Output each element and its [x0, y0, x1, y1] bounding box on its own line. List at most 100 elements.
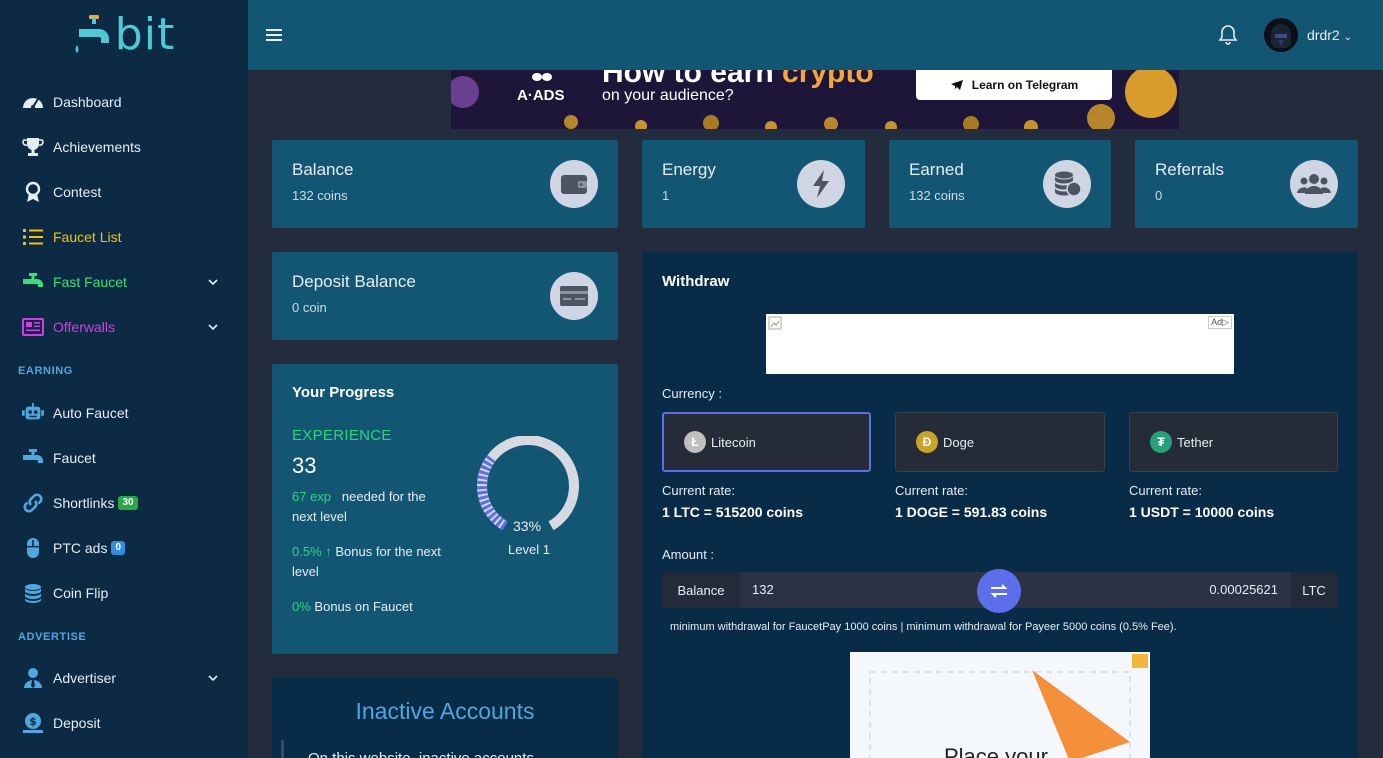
sidebar-item-achievements[interactable]: Achievements — [0, 131, 248, 163]
swap-button[interactable] — [977, 569, 1021, 613]
card-value: 132 coins — [292, 188, 348, 203]
logo[interactable]: bit — [0, 0, 248, 70]
rate-label: Current rate: — [662, 483, 735, 498]
arrow-up-icon: ↑ — [325, 544, 332, 559]
sidebar-item-label: Auto Faucet — [53, 405, 129, 421]
deposit-balance-card: Deposit Balance 0 coin — [272, 252, 618, 340]
sidebar-item-deposit[interactable]: $ Deposit — [0, 707, 248, 739]
card-title: Energy — [662, 160, 716, 179]
bell-icon[interactable] — [1218, 24, 1238, 46]
sidebar-item-coin-flip[interactable]: Coin Flip — [0, 577, 248, 609]
currency-name: Doge — [943, 434, 975, 450]
telegram-icon — [950, 80, 963, 90]
card-value: 132 coins — [909, 188, 965, 203]
sidebar-item-dashboard[interactable]: Dashboard — [0, 86, 248, 118]
rate-value-doge: 1 DOGE = 591.83 coins — [895, 504, 1048, 520]
ad-slot-2[interactable]: Place your — [850, 652, 1150, 758]
converted-amount[interactable]: 0.00025621 — [1209, 582, 1278, 597]
banner-ad[interactable]: A·ADS How to earn crypto on your audienc… — [451, 70, 1179, 129]
swap-arrows-icon — [990, 584, 1008, 598]
bonus-faucet-text: 0% Bonus on Faucet — [292, 599, 413, 614]
list-icon — [22, 226, 44, 248]
earned-card: Earned 132 coins — [889, 140, 1111, 228]
card-title: Referrals — [1155, 160, 1224, 179]
balance-card: Balance 132 coins — [272, 140, 618, 228]
sidebar-item-faucet-list[interactable]: Faucet List — [0, 221, 248, 253]
user-menu[interactable]: drdr2 ⌄ — [1307, 27, 1352, 43]
currency-option-litecoin[interactable]: Ł Litecoin — [662, 412, 871, 472]
sidebar-item-offerwalls[interactable]: Offerwalls — [0, 311, 248, 343]
tether-icon: ₮ — [1150, 431, 1172, 453]
rate-label: Current rate: — [895, 483, 968, 498]
sidebar-item-auto-faucet[interactable]: Auto Faucet — [0, 397, 248, 429]
progress-card: Your Progress EXPERIENCE 33 67 exp neede… — [272, 364, 618, 654]
banner-brand: A·ADS — [517, 87, 565, 104]
unit-addon: LTC — [1290, 572, 1338, 608]
mouse-icon — [22, 537, 44, 559]
users-icon — [1290, 160, 1338, 208]
user-tie-icon — [22, 667, 44, 689]
progress-title: Your Progress — [292, 384, 395, 401]
helmet-avatar-icon — [1271, 24, 1291, 48]
broken-image-icon — [768, 316, 782, 330]
faucet-icon — [22, 271, 44, 293]
sidebar-item-label: Faucet List — [53, 229, 122, 245]
amount-label: Amount : — [662, 547, 715, 562]
svg-text:$: $ — [29, 715, 37, 728]
logo-text: bit — [114, 9, 176, 60]
learn-telegram-button[interactable]: Learn on Telegram — [916, 70, 1112, 100]
newspaper-icon — [22, 316, 44, 338]
sidebar-item-contest[interactable]: Contest — [0, 176, 248, 208]
litecoin-icon: Ł — [684, 431, 706, 453]
avatar[interactable] — [1264, 18, 1298, 52]
bolt-icon — [797, 160, 845, 208]
amount-row: Balance 132 0.00025621 LTC — [662, 569, 1338, 613]
section-advertise: ADVERTISE — [18, 631, 87, 643]
card-value: 0 coin — [292, 300, 327, 315]
wallet-icon — [550, 160, 598, 208]
ad-slot[interactable]: Ad▷ — [766, 314, 1234, 374]
top-bar: drdr2 ⌄ — [248, 0, 1383, 70]
money-deposit-icon: $ — [22, 712, 44, 734]
sidebar-item-fast-faucet[interactable]: Fast Faucet — [0, 266, 248, 298]
sidebar-item-label: Coin Flip — [53, 585, 109, 601]
sidebar-item-label: Offerwalls — [53, 319, 115, 335]
hamburger-menu-icon[interactable] — [266, 28, 282, 42]
count-badge: 0 — [111, 541, 126, 555]
inactive-title: Inactive Accounts — [355, 698, 535, 724]
username: drdr2 — [1307, 27, 1340, 43]
sidebar-item-ptc-ads[interactable]: PTC ads 0 — [0, 532, 248, 564]
coins-icon — [22, 582, 44, 604]
sidebar-item-faucet[interactable]: Faucet — [0, 442, 248, 474]
sidebar-item-shortlinks[interactable]: Shortlinks 30 — [0, 487, 248, 519]
section-earning: EARNING — [18, 365, 73, 377]
card-value: 1 — [662, 188, 670, 203]
currency-option-tether[interactable]: ₮ Tether — [1129, 412, 1338, 472]
doge-icon: Ð — [916, 431, 938, 453]
inactive-text: On this website, inactive accounts — [308, 750, 534, 758]
faucet-icon — [22, 447, 44, 469]
withdraw-card: Withdraw Ad▷ Currency : Ł Litecoin Ð Dog… — [642, 252, 1358, 758]
sidebar-item-advertiser[interactable]: Advertiser — [0, 662, 248, 694]
sidebar-item-label: Achievements — [53, 139, 141, 155]
count-badge: 30 — [118, 496, 138, 510]
referrals-card: Referrals 0 — [1135, 140, 1358, 228]
currency-option-doge[interactable]: Ð Doge — [895, 412, 1105, 472]
amount-input[interactable]: 132 — [752, 582, 774, 597]
minimum-withdrawal-note: minimum withdrawal for FaucetPay 1000 co… — [670, 621, 1177, 633]
card-title: Earned — [909, 160, 964, 179]
rate-label: Current rate: — [1129, 483, 1202, 498]
currency-name: Tether — [1177, 434, 1214, 450]
energy-card: Energy 1 — [642, 140, 865, 228]
sidebar-item-label: Contest — [53, 184, 102, 200]
ad-choices-tag[interactable]: Ad▷ — [1208, 316, 1232, 329]
sidebar-item-label: PTC ads — [53, 540, 108, 556]
rate-value-ltc: 1 LTC = 515200 coins — [662, 504, 803, 520]
experience-value: 33 — [292, 453, 317, 478]
withdraw-title: Withdraw — [662, 273, 730, 290]
bonus-next-level-text: 0.5% ↑ Bonus for the next level — [292, 544, 441, 579]
chevron-down-icon — [208, 675, 218, 682]
progress-percent: 33% — [513, 518, 542, 534]
card-title: Balance — [292, 160, 354, 179]
banner-subline: on your audience? — [602, 87, 734, 104]
